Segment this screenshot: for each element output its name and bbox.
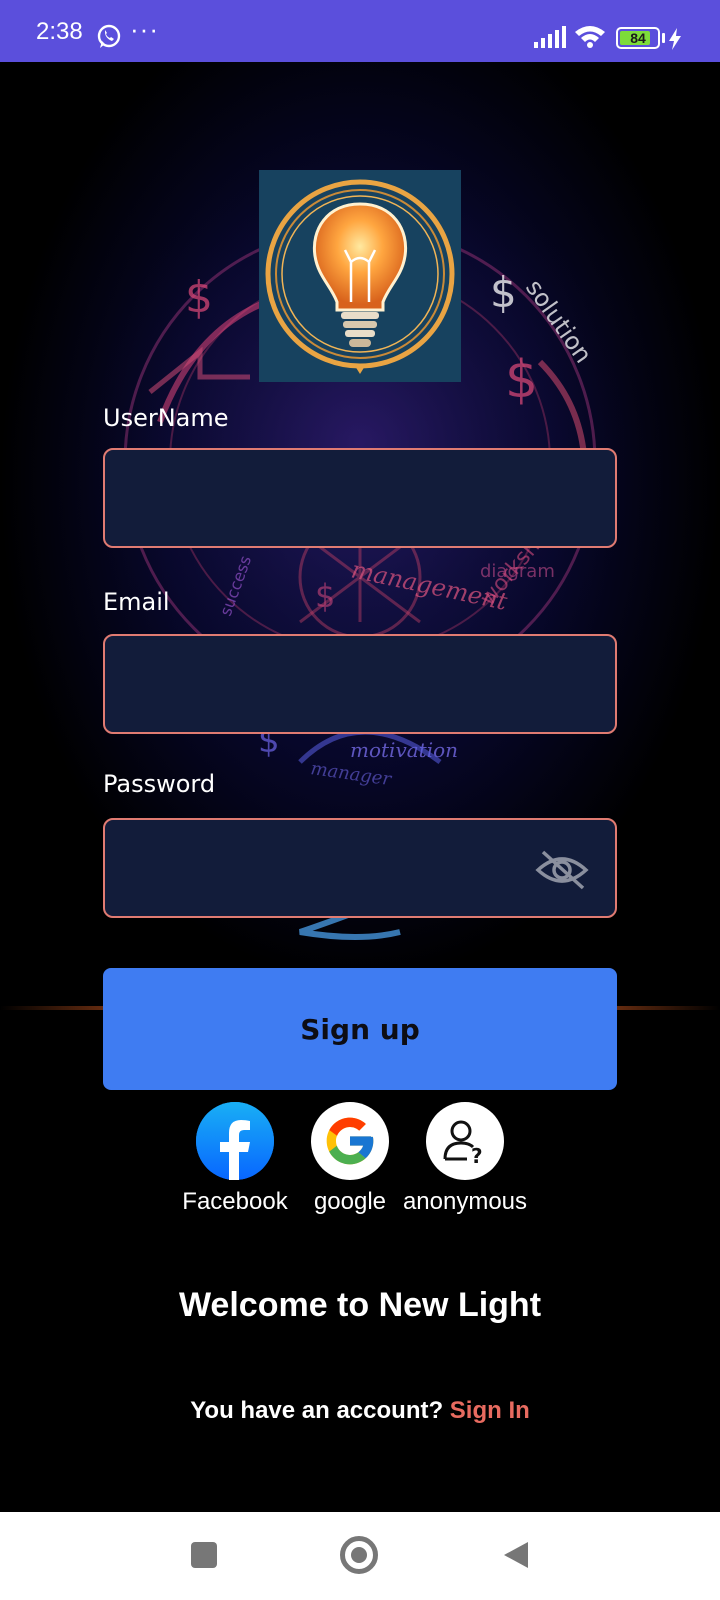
username-field[interactable] <box>103 448 617 548</box>
battery-percentage: 84 <box>630 30 646 46</box>
home-dot <box>351 1547 367 1563</box>
svg-text:$: $ <box>185 272 213 323</box>
welcome-heading: Welcome to New Light <box>178 1286 542 1324</box>
home-circle-icon[interactable] <box>340 1536 378 1574</box>
battery-indicator: 84 <box>616 27 660 49</box>
svg-text:manager: manager <box>309 758 393 790</box>
google-icon <box>326 1117 374 1165</box>
password-label: Password <box>103 770 216 798</box>
anonymous-user-icon: ? <box>443 1120 483 1165</box>
email-input[interactable] <box>119 636 539 732</box>
battery-nub <box>662 33 665 43</box>
google-button[interactable] <box>311 1102 389 1180</box>
username-input[interactable] <box>119 450 539 546</box>
whatsapp-icon <box>97 24 121 48</box>
username-label: UserName <box>103 404 229 432</box>
password-input[interactable] <box>119 820 539 916</box>
anonymous-button[interactable]: ? <box>426 1102 504 1180</box>
signal-icon <box>534 26 566 48</box>
wifi-icon <box>575 26 605 48</box>
system-navigation-bar <box>0 1512 720 1600</box>
eye-off-icon[interactable] <box>535 850 589 890</box>
svg-text:$: $ <box>505 350 538 410</box>
signup-screen: $ $ $ $ $ solution management diagram wo… <box>0 62 720 1512</box>
signup-button-label: Sign up <box>300 1012 420 1046</box>
svg-text:$: $ <box>490 268 517 317</box>
anonymous-login[interactable]: ? anonymous <box>395 1102 535 1216</box>
svg-text:$: $ <box>315 577 335 615</box>
notification-dots: ··· <box>130 14 159 44</box>
app-logo-lightbulb <box>259 170 461 382</box>
charging-bolt-icon <box>669 28 681 50</box>
email-label: Email <box>103 588 170 616</box>
account-prompt: You have an account? Sign In <box>0 1397 720 1425</box>
status-time: 2:38 <box>36 18 83 45</box>
back-triangle-icon[interactable] <box>502 1540 530 1570</box>
recent-apps-square-icon[interactable] <box>191 1542 217 1568</box>
account-prompt-text: You have an account? <box>190 1397 444 1424</box>
password-field[interactable] <box>103 818 617 918</box>
svg-text:?: ? <box>471 1144 483 1165</box>
lightbulb-logo-icon <box>265 179 455 374</box>
facebook-button[interactable] <box>196 1102 274 1180</box>
signup-button[interactable]: Sign up <box>103 968 617 1090</box>
email-field[interactable] <box>103 634 617 734</box>
status-bar: 2:38 ··· 84 <box>0 0 720 62</box>
anonymous-label: anonymous <box>402 1188 528 1215</box>
facebook-icon <box>196 1102 274 1180</box>
sign-in-link[interactable]: Sign In <box>450 1397 530 1424</box>
